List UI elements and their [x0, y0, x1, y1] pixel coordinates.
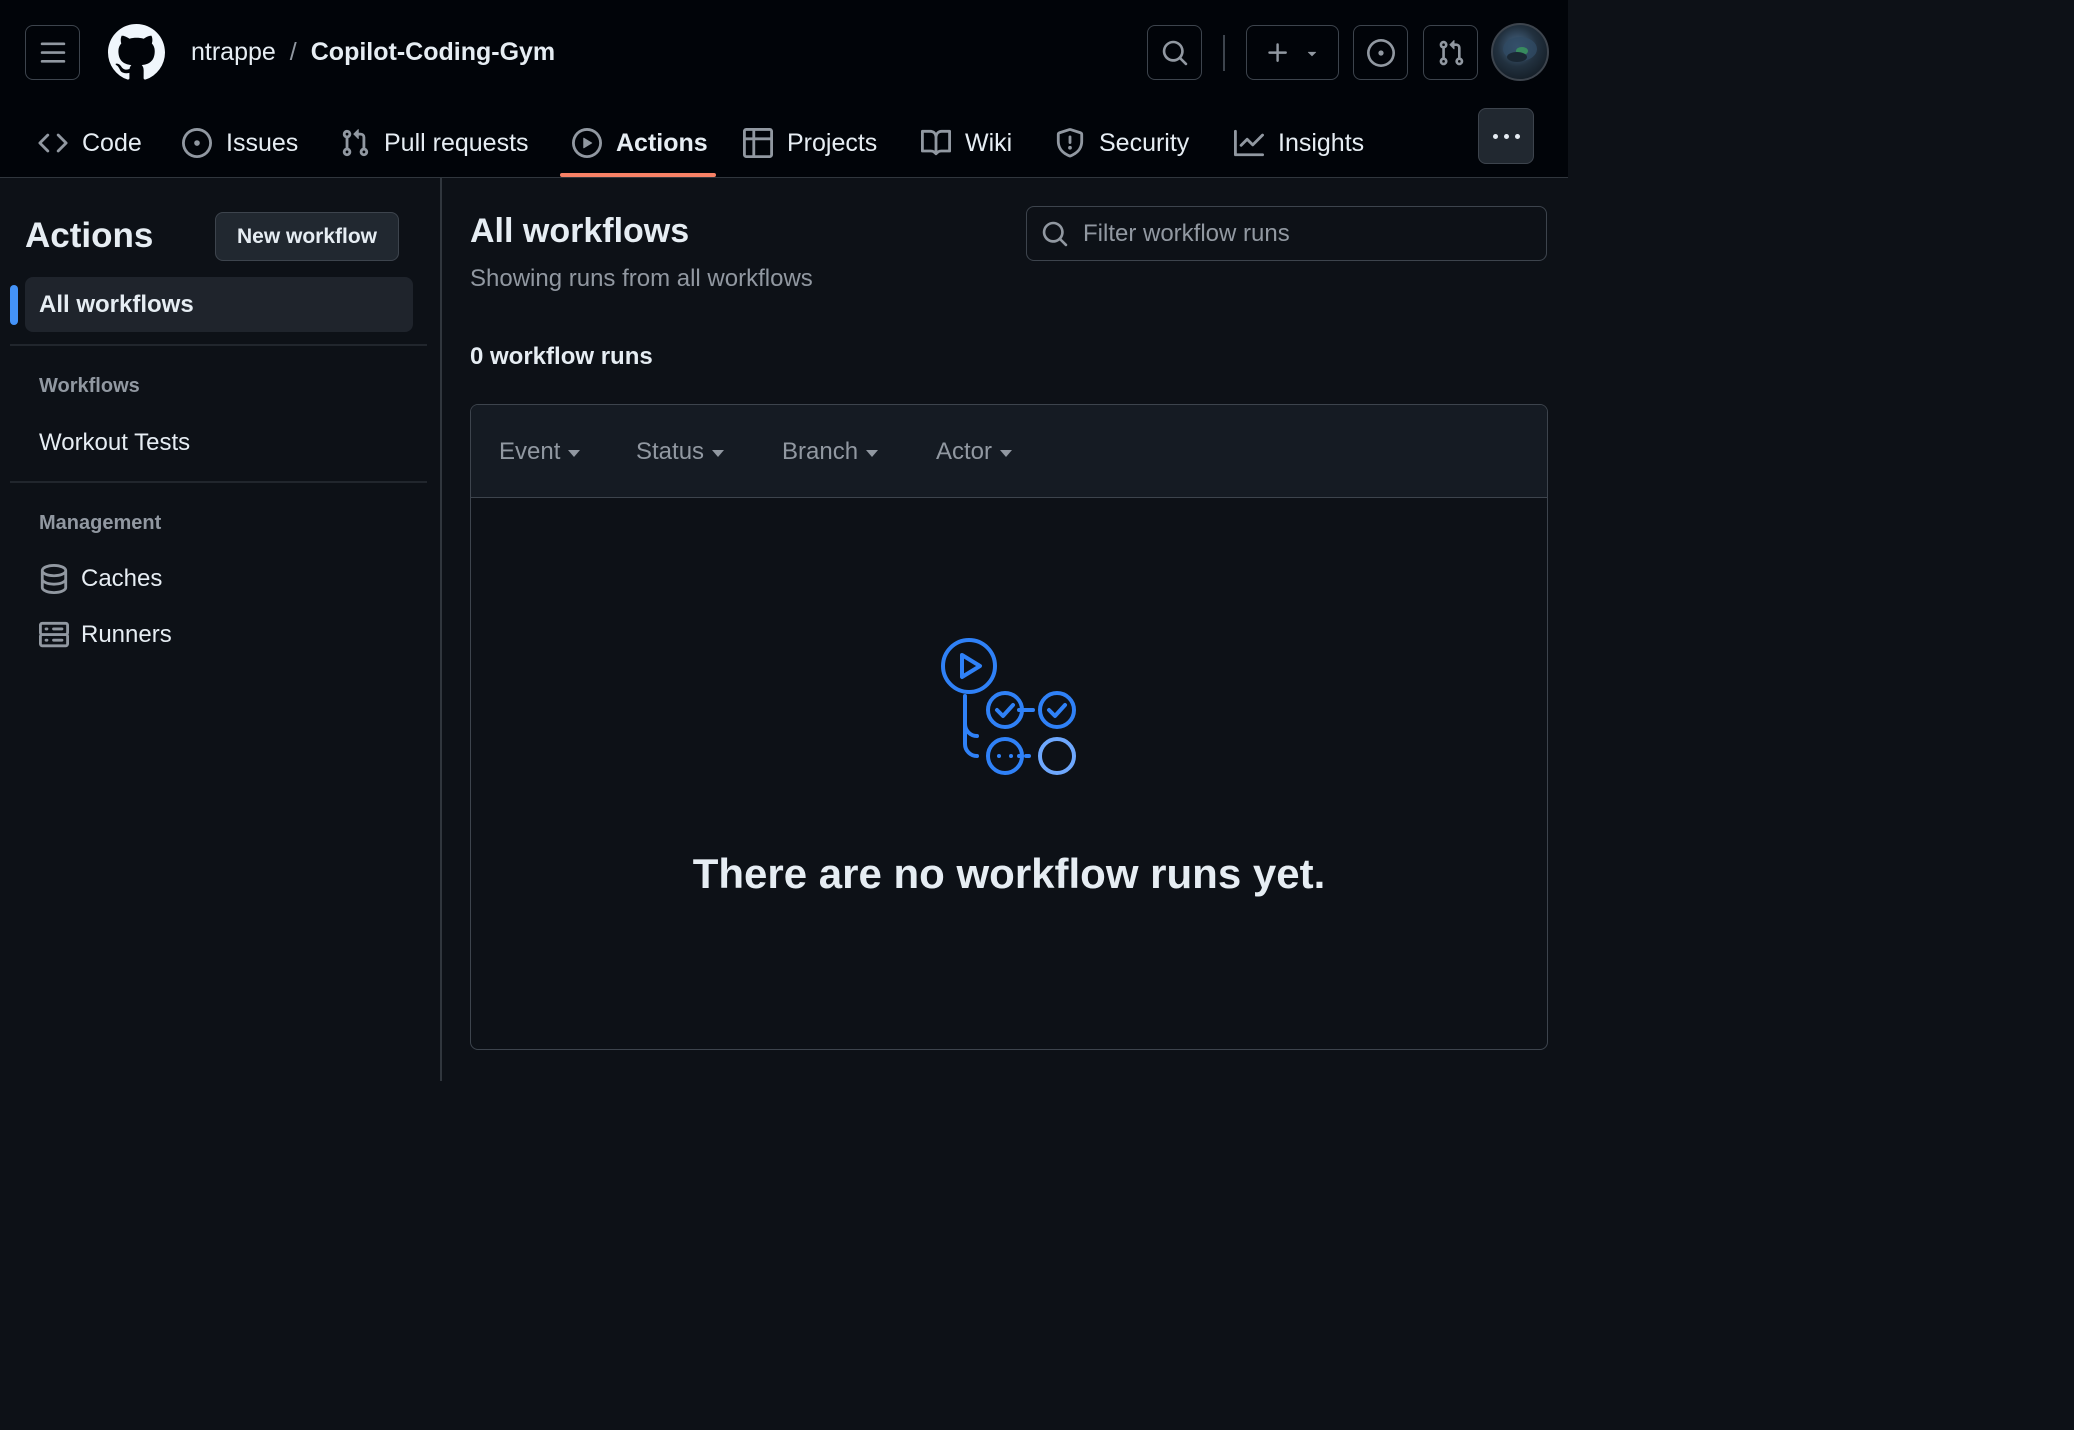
tab-label: Projects — [787, 128, 878, 157]
tab-label: Wiki — [965, 128, 1013, 157]
search-icon — [1162, 40, 1187, 65]
repo-nav-tabs: Code Issues Pull requests Actions Projec… — [0, 108, 1460, 178]
triangle-down-icon — [1307, 51, 1316, 56]
play-icon — [572, 128, 602, 158]
tab-label: Issues — [226, 128, 299, 157]
sidebar-divider-line — [10, 344, 427, 346]
sidebar-item-label: Caches — [81, 565, 163, 592]
dropdown-label: Branch — [782, 438, 859, 465]
tab-label: Security — [1099, 128, 1190, 157]
dropdown-label: Actor — [936, 438, 993, 465]
repo-owner-link[interactable]: ntrappe — [191, 38, 276, 67]
page-title: All workflows — [470, 212, 690, 250]
sidebar-item-workout-tests[interactable]: Workout Tests — [39, 426, 190, 460]
tab-actions[interactable]: Actions — [572, 108, 708, 178]
workflow-runs-panel: Event Status Branch Actor There are no w… — [470, 404, 1548, 1050]
sidebar-divider-line — [10, 481, 427, 483]
dropdown-label: Event — [499, 438, 561, 465]
sidebar-title: Actions — [25, 216, 154, 255]
tab-wiki[interactable]: Wiki — [921, 108, 1012, 178]
sidebar-item-label: Runners — [81, 621, 172, 648]
empty-state-message: There are no workflow runs yet. — [692, 850, 1326, 897]
shield-icon — [1056, 128, 1084, 158]
create-new-button[interactable] — [1246, 25, 1339, 80]
tab-issues[interactable]: Issues — [182, 108, 298, 178]
header-divider — [1223, 35, 1225, 71]
tab-insights[interactable]: Insights — [1234, 108, 1364, 178]
git-pull-request-icon — [342, 129, 369, 157]
tab-projects[interactable]: Projects — [743, 108, 877, 178]
hamburger-icon — [40, 42, 65, 63]
page-subtitle: Showing runs from all workflows — [470, 265, 813, 292]
breadcrumb-separator: / — [289, 37, 297, 66]
tab-label: Actions — [616, 128, 708, 157]
kebab-icon — [1492, 133, 1498, 139]
avatar-image — [1503, 37, 1537, 62]
book-icon — [921, 129, 951, 156]
active-tab-underline — [560, 173, 716, 177]
caret-down-icon — [712, 450, 725, 457]
search-button[interactable] — [1147, 25, 1202, 80]
actor-filter-dropdown[interactable]: Actor — [936, 435, 1013, 469]
more-tabs-button[interactable] — [1478, 108, 1534, 164]
sidebar-item-caches[interactable]: Caches — [39, 562, 162, 596]
kebab-icon-dot — [1503, 133, 1509, 139]
filter-workflow-runs[interactable] — [1026, 206, 1547, 261]
breadcrumb: ntrappe / Copilot-Coding-Gym — [191, 36, 555, 68]
tab-label: Insights — [1278, 128, 1365, 157]
workflow-runs-count: 0 workflow runs — [470, 343, 653, 370]
status-filter-dropdown[interactable]: Status — [636, 435, 725, 469]
code-icon — [38, 133, 68, 153]
search-icon — [1042, 221, 1068, 246]
plus-icon — [1267, 42, 1287, 62]
issue-opened-icon — [1366, 38, 1395, 67]
runs-filter-bar: Event Status Branch Actor — [471, 405, 1547, 498]
repo-name-link[interactable]: Copilot-Coding-Gym — [311, 38, 555, 67]
caret-down-icon — [1000, 450, 1013, 457]
workflows-heading: Workflows — [39, 375, 140, 397]
kebab-icon-dot — [1514, 133, 1520, 139]
graph-icon — [1234, 129, 1264, 157]
issue-opened-icon — [182, 128, 212, 158]
github-logo[interactable] — [108, 24, 165, 81]
user-avatar[interactable] — [1491, 23, 1549, 81]
your-pull-requests-button[interactable] — [1423, 25, 1478, 80]
database-icon — [40, 564, 68, 594]
git-pull-request-icon — [1439, 39, 1463, 65]
your-issues-button[interactable] — [1353, 25, 1408, 80]
tab-label: Code — [82, 128, 142, 157]
dropdown-label: Status — [636, 438, 705, 465]
sidebar-divider — [440, 178, 442, 1081]
tab-security[interactable]: Security — [1055, 108, 1189, 178]
event-filter-dropdown[interactable]: Event — [499, 435, 581, 469]
tab-pull-requests[interactable]: Pull requests — [340, 108, 529, 178]
branch-filter-dropdown[interactable]: Branch — [782, 435, 879, 469]
tab-code[interactable]: Code — [38, 108, 142, 178]
caret-down-icon — [568, 450, 581, 457]
management-heading: Management — [39, 512, 162, 534]
new-workflow-button[interactable]: New workflow — [215, 212, 399, 261]
sidebar-item-runners[interactable]: Runners — [39, 618, 172, 652]
caret-down-icon — [866, 450, 879, 457]
sidebar-item-label: All workflows — [39, 290, 194, 318]
menu-button[interactable] — [25, 25, 80, 80]
sidebar-item-all-workflows[interactable]: All workflows — [25, 277, 413, 332]
workflow-illustration-icon — [941, 638, 1076, 775]
active-indicator — [10, 285, 18, 325]
server-icon — [39, 621, 69, 648]
table-icon — [743, 128, 773, 158]
sidebar-item-label: Workout Tests — [39, 429, 191, 456]
filter-input[interactable] — [1083, 219, 1546, 248]
global-header: ntrappe / Copilot-Coding-Gym Code Issues… — [0, 0, 1568, 178]
tab-label: Pull requests — [384, 128, 529, 157]
